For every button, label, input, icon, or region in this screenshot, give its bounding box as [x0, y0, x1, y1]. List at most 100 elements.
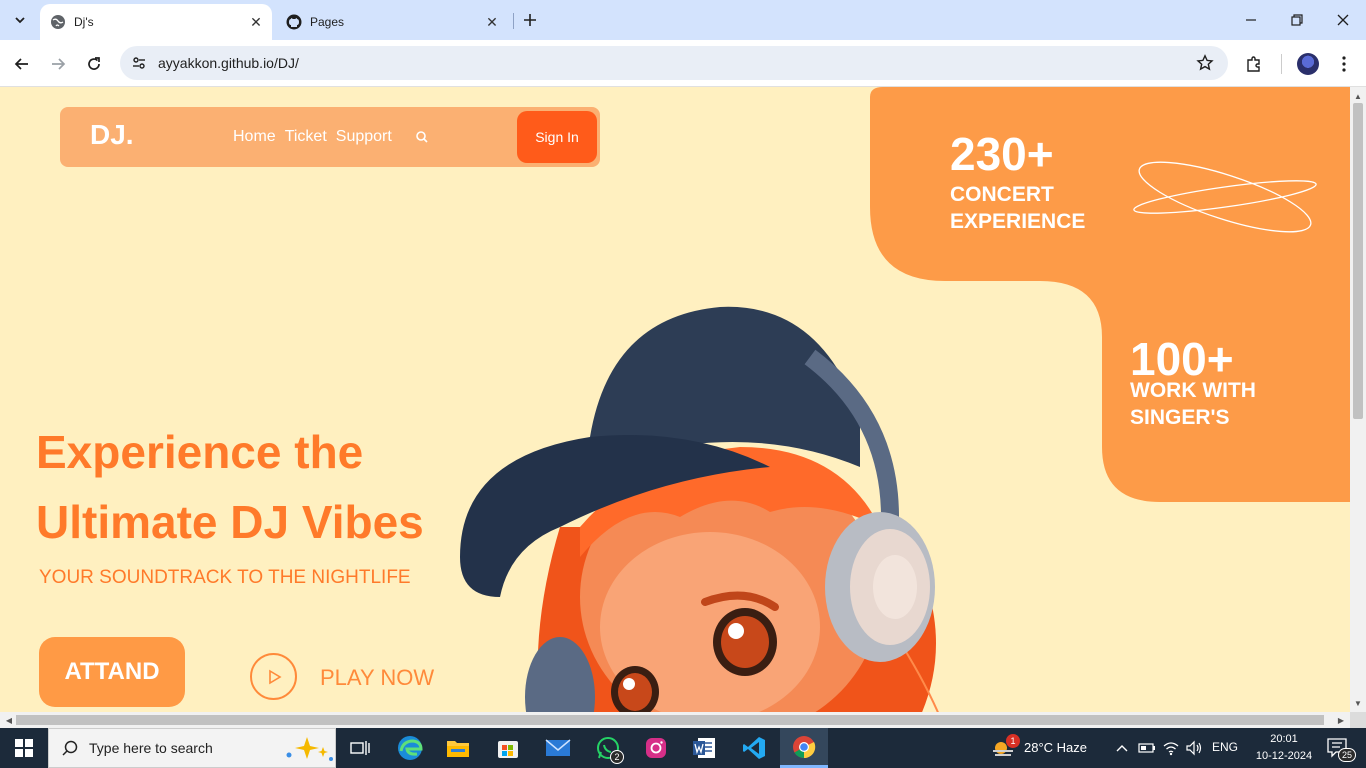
browser-menu-button[interactable] [1330, 50, 1358, 78]
language-indicator[interactable]: ENG [1212, 740, 1238, 754]
back-button[interactable] [8, 50, 36, 78]
plus-icon [524, 14, 536, 26]
chevron-up-icon [1116, 745, 1128, 752]
copilot-sparkle-icon [286, 737, 333, 761]
clock-date: 10-12-2024 [1255, 750, 1313, 762]
play-now-label[interactable]: PLAY NOW [320, 665, 434, 691]
stat-label: WORK WITH SINGER'S [1130, 379, 1256, 429]
notification-count-badge: 25 [1338, 748, 1356, 762]
new-tab-button[interactable] [518, 8, 542, 32]
scroll-down-arrow-icon[interactable]: ▼ [1350, 696, 1366, 710]
taskbar-word[interactable] [680, 728, 728, 768]
nav-link-support[interactable]: Support [336, 128, 392, 146]
task-view-button[interactable] [336, 728, 384, 768]
taskbar-mail[interactable] [534, 728, 582, 768]
windows-logo-icon [15, 739, 33, 757]
profile-button[interactable] [1294, 50, 1322, 78]
windows-taskbar: Type here to search 2 1 28°C Haze ENG 20… [0, 728, 1366, 768]
restore-button[interactable] [1274, 0, 1320, 40]
store-icon [498, 741, 518, 758]
restore-icon [1291, 14, 1303, 26]
taskbar-file-explorer[interactable] [434, 728, 482, 768]
address-bar[interactable]: ayyakkon.github.io/DJ/ [120, 46, 1228, 80]
battery-icon[interactable] [1137, 738, 1157, 758]
notification-center-button[interactable]: 25 [1324, 738, 1356, 762]
dj-girl-illustration [460, 306, 939, 712]
edge-icon [398, 736, 423, 760]
taskbar-instagram[interactable] [632, 728, 680, 768]
scroll-left-arrow-icon[interactable]: ◀ [2, 712, 16, 728]
url-text[interactable]: ayyakkon.github.io/DJ/ [158, 55, 1188, 71]
toolbar-divider [1281, 54, 1282, 74]
sign-in-button[interactable]: Sign In [517, 111, 597, 163]
tab-pages[interactable]: Pages ✕ [276, 4, 508, 40]
tab-title: Pages [310, 15, 345, 29]
clock-time: 20:01 [1270, 733, 1298, 745]
tab-search-button[interactable] [6, 6, 34, 34]
minimize-button[interactable] [1228, 0, 1274, 40]
forward-button[interactable] [44, 50, 72, 78]
weather-icon[interactable]: 1 [990, 734, 1020, 758]
tab-djs[interactable]: Dj's ✕ [40, 4, 272, 40]
nav-link-home[interactable]: Home [233, 128, 276, 146]
taskbar-edge[interactable] [386, 728, 434, 768]
extensions-button[interactable] [1240, 50, 1268, 78]
taskbar-store[interactable] [484, 728, 532, 768]
volume-icon[interactable] [1184, 738, 1204, 758]
scroll-up-arrow-icon[interactable]: ▲ [1350, 89, 1366, 103]
close-window-button[interactable] [1320, 0, 1366, 40]
browser-toolbar: ayyakkon.github.io/DJ/ [0, 40, 1366, 87]
vscode-icon [743, 737, 765, 759]
page-viewport: 230+ CONCERT EXPERIENCE 100+ WORK WITH S… [0, 87, 1350, 712]
taskbar-vscode[interactable] [730, 728, 778, 768]
taskbar-clock[interactable]: 20:01 10-12-2024 [1254, 731, 1314, 765]
weather-badge: 1 [1006, 734, 1020, 748]
folder-icon [447, 741, 469, 757]
reload-icon [88, 57, 100, 70]
stat-label: CONCERT EXPERIENCE [950, 183, 1086, 233]
scroll-right-arrow-icon[interactable]: ▶ [1334, 712, 1348, 728]
chevron-down-icon [15, 17, 25, 24]
close-icon[interactable]: ✕ [482, 12, 502, 32]
instagram-icon [646, 738, 666, 758]
show-hidden-icons-button[interactable] [1112, 738, 1132, 758]
search-placeholder: Type here to search [89, 740, 213, 756]
weather-text[interactable]: 28°C Haze [1024, 740, 1087, 755]
tab-title: Dj's [74, 15, 94, 29]
stat-number: 230+ [950, 128, 1054, 180]
taskbar-chrome[interactable] [780, 728, 828, 768]
start-button[interactable] [0, 728, 48, 768]
nav-link-ticket[interactable]: Ticket [285, 128, 327, 146]
play-icon [268, 669, 282, 684]
close-icon[interactable]: ✕ [246, 12, 266, 32]
hero-title: Experience the Ultimate DJ Vibes [36, 426, 424, 548]
reload-button[interactable] [80, 50, 108, 78]
arrow-left-icon [14, 58, 28, 70]
scrollbar-corner [1350, 712, 1366, 728]
nav-links: Home Ticket Support [233, 128, 392, 146]
globe-icon [50, 14, 66, 30]
task-view-icon [350, 741, 370, 755]
taskbar-search-box[interactable]: Type here to search [48, 728, 336, 768]
play-button[interactable] [250, 653, 297, 700]
puzzle-icon [1247, 56, 1260, 72]
wifi-icon[interactable] [1161, 738, 1181, 758]
attand-button[interactable]: ATTAND [39, 637, 185, 707]
tab-divider [513, 13, 514, 29]
horizontal-scrollbar[interactable]: ◀ ▶ [0, 712, 1350, 728]
avatar [1297, 53, 1319, 75]
site-logo[interactable]: DJ. [90, 119, 134, 151]
notification-badge: 2 [610, 750, 624, 764]
taskbar-whatsapp[interactable]: 2 [584, 728, 632, 768]
vertical-scrollbar[interactable]: ▲ ▼ [1350, 87, 1366, 712]
browser-tab-strip: Dj's ✕ Pages ✕ [0, 0, 1366, 40]
bookmark-star-icon[interactable] [1188, 46, 1222, 80]
word-icon [693, 738, 715, 758]
search-icon[interactable] [414, 129, 430, 145]
hero-subtitle: YOUR SOUNDTRACK TO THE NIGHTLIFE [39, 567, 411, 588]
scrollbar-thumb[interactable] [16, 715, 1324, 725]
scrollbar-thumb[interactable] [1353, 103, 1363, 419]
site-info-icon[interactable] [122, 46, 156, 80]
close-icon [1337, 14, 1349, 26]
arrow-right-icon [52, 58, 66, 70]
